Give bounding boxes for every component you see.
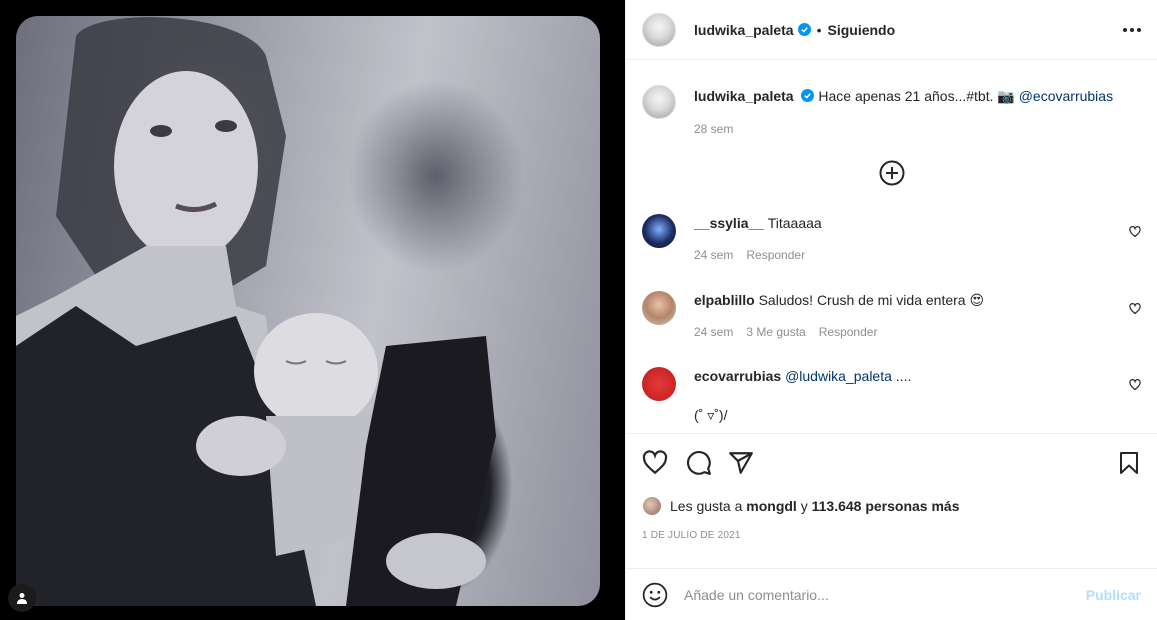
commenter-avatar[interactable] [642, 214, 676, 248]
post-media [0, 0, 625, 620]
photo-illustration [16, 17, 496, 606]
share-send-icon[interactable] [728, 450, 754, 476]
liker-username[interactable]: mongdl [746, 498, 797, 514]
caption-mention[interactable]: @ecovarrubias [1019, 88, 1113, 104]
publish-button[interactable]: Publicar [1086, 587, 1141, 603]
reply-button[interactable]: Responder [819, 323, 878, 341]
comment-username[interactable]: ecovarrubias [694, 368, 781, 384]
likes-summary: Les gusta a mongdl y 113.648 personas má… [642, 491, 1141, 521]
commenter-avatar[interactable] [642, 291, 676, 325]
caption-text: Hace apenas 21 años...#tbt. 📷 [818, 88, 1015, 104]
user-icon [17, 593, 27, 604]
post-side-panel: ludwika_paleta • Siguiendo ludwika_palet… [625, 0, 1157, 620]
load-more-comments-button[interactable] [642, 160, 1141, 186]
comment-text: Titaaaaa [767, 215, 822, 231]
likes-prefix: Les gusta a [670, 498, 743, 514]
post-photo[interactable] [16, 16, 600, 606]
comment-input[interactable] [684, 586, 1086, 603]
following-button[interactable]: Siguiendo [828, 22, 896, 38]
more-options-icon[interactable] [1123, 27, 1141, 32]
comment-composer: Publicar [626, 568, 1157, 620]
likes-connector: y [800, 498, 808, 514]
like-heart-icon[interactable] [642, 449, 668, 476]
comment-bubble-icon[interactable] [686, 450, 712, 476]
likes-count[interactable]: 113.648 personas más [812, 498, 960, 514]
post-header: ludwika_paleta • Siguiendo [626, 0, 1157, 60]
liker-avatar[interactable] [642, 496, 662, 516]
comment-like-icon[interactable] [1129, 379, 1141, 391]
comment-likes-count[interactable]: 3 Me gusta [746, 323, 805, 341]
caption-time[interactable]: 28 sem [694, 120, 733, 138]
owner-username[interactable]: ludwika_paleta [694, 22, 794, 38]
comment-item: elpablillo Saludos! Crush de mi vida ent… [642, 291, 1141, 341]
verified-badge-icon [801, 89, 815, 102]
reply-button[interactable]: Responder [746, 246, 805, 264]
tagged-users-button[interactable] [8, 584, 36, 612]
comments-list: ludwika_paleta Hace apenas 21 años...#tb… [626, 60, 1157, 433]
separator-dot: • [816, 21, 822, 38]
post-actions: Les gusta a mongdl y 113.648 personas má… [626, 433, 1157, 541]
comment-item: __ssylia__ Titaaaaa 24 sem Responder [642, 214, 1141, 264]
comment-item: ecovarrubias @ludwika_paleta .... (˚ ▿˚)… [642, 367, 1141, 424]
save-bookmark-icon[interactable] [1117, 450, 1141, 476]
comment-like-icon[interactable] [1129, 226, 1141, 238]
comment-time[interactable]: 24 sem [694, 246, 733, 264]
plus-circle-icon [879, 160, 904, 186]
emoji-icon[interactable] [642, 582, 668, 608]
comment-like-icon[interactable] [1129, 303, 1141, 315]
owner-avatar[interactable] [642, 12, 676, 47]
post-date[interactable]: 1 DE JULIO DE 2021 [642, 530, 1141, 541]
comment-text: Saludos! Crush de mi vida entera 😍 [758, 292, 985, 308]
comment-mention[interactable]: @ludwika_paleta [785, 368, 892, 384]
commenter-avatar[interactable] [642, 367, 676, 401]
caption: ludwika_paleta Hace apenas 21 años...#tb… [642, 85, 1141, 138]
caption-avatar[interactable] [642, 85, 676, 119]
comment-username[interactable]: __ssylia__ [694, 215, 764, 231]
verified-badge-icon [797, 23, 811, 36]
caption-username[interactable]: ludwika_paleta [694, 88, 794, 104]
comment-time[interactable]: 24 sem [694, 323, 733, 341]
action-bar [642, 434, 1141, 491]
comment-text-line2: (˚ ▿˚)/ [694, 407, 728, 423]
comment-username[interactable]: elpablillo [694, 292, 755, 308]
comment-text: .... [891, 368, 912, 384]
